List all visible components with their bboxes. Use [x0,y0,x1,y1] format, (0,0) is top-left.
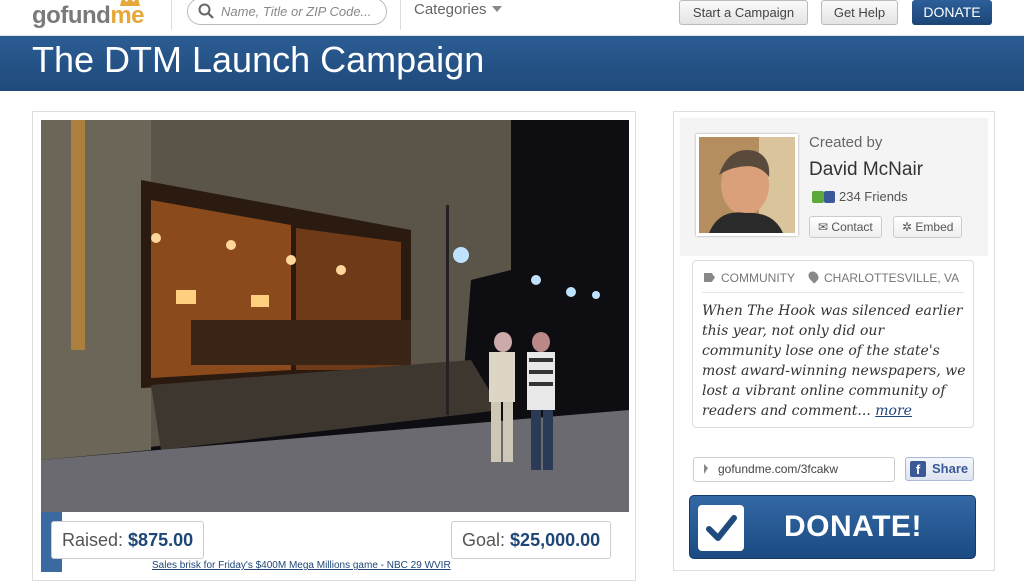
share-label: Share [932,461,969,476]
short-url-field[interactable]: gofundme.com/3fcakw [693,457,895,482]
campaign-photo[interactable] [41,120,629,512]
gear-icon: ✲ [902,220,913,234]
donate-main-label: DONATE! [784,510,922,543]
get-help-button[interactable]: Get Help [821,0,898,25]
top-nav: gofundme Name, Title or ZIP Code... Cate… [0,0,1024,36]
goal-value: $25,000.00 [510,530,601,550]
goal-label: Goal: [462,530,506,550]
donate-main-button[interactable]: DONATE! [689,495,976,559]
avatar-illustration [699,137,795,233]
friends-label: 234 Friends [839,189,908,204]
nav-divider [171,0,172,30]
story-text: When The Hook was silenced earlier this … [702,303,966,419]
campaign-banner: The DTM Launch Campaign [0,36,1024,91]
chevron-down-icon [491,6,502,12]
avatar[interactable] [696,134,798,236]
story-excerpt: When The Hook was silenced earlier this … [702,301,967,421]
categories-dropdown[interactable]: Categories [414,1,502,18]
pointer-icon [704,464,708,474]
gofundme-logo[interactable]: gofundme [32,0,144,30]
friends-count: 234 Friends [812,189,908,204]
campaign-title: The DTM Launch Campaign [32,39,485,80]
checkmark-icon [698,505,744,551]
logo-me: me [110,2,144,29]
creator-name[interactable]: David McNair [809,159,923,181]
goal-amount: Goal: $25,000.00 [451,521,612,559]
crown-icon [120,0,140,6]
search-input[interactable]: Name, Title or ZIP Code... [187,0,387,25]
facebook-share-button[interactable]: f Share [905,457,974,481]
contact-label: Contact [831,220,873,234]
photo-illustration [41,120,629,512]
start-campaign-button[interactable]: Start a Campaign [679,0,808,25]
logo-go: go [32,2,61,29]
campaign-media-card: Raised: $875.00 Goal: $25,000.00 [32,111,636,581]
nav-divider [400,0,401,30]
raised-amount: Raised: $875.00 [51,521,205,559]
raised-label: Raised: [62,530,124,550]
category-label[interactable]: Community [721,271,795,285]
location-pin-icon [806,269,821,284]
campaign-meta: Community Charlottesville, VA [704,269,959,285]
search-placeholder: Name, Title or ZIP Code... [221,4,372,19]
embed-label: Embed [915,220,954,234]
embed-button[interactable]: ✲ Embed [893,216,963,238]
tag-icon [704,273,715,282]
more-link[interactable]: more [875,403,912,419]
location-label[interactable]: Charlottesville, VA [824,271,959,285]
created-by-label: Created by [809,134,883,151]
contact-button[interactable]: ✉ Contact [809,216,882,238]
facebook-icon: f [910,461,926,477]
search-icon [198,3,214,19]
mail-icon: ✉ [818,220,829,234]
categories-label: Categories [414,1,487,18]
facebook-icon [824,191,835,203]
short-url: gofundme.com/3fcakw [718,462,839,476]
donate-nav-button[interactable]: DONATE [912,0,992,25]
logo-fund: fund [60,2,111,29]
verified-check-icon [812,191,824,203]
raised-value: $875.00 [128,530,194,550]
meta-divider [702,292,964,293]
